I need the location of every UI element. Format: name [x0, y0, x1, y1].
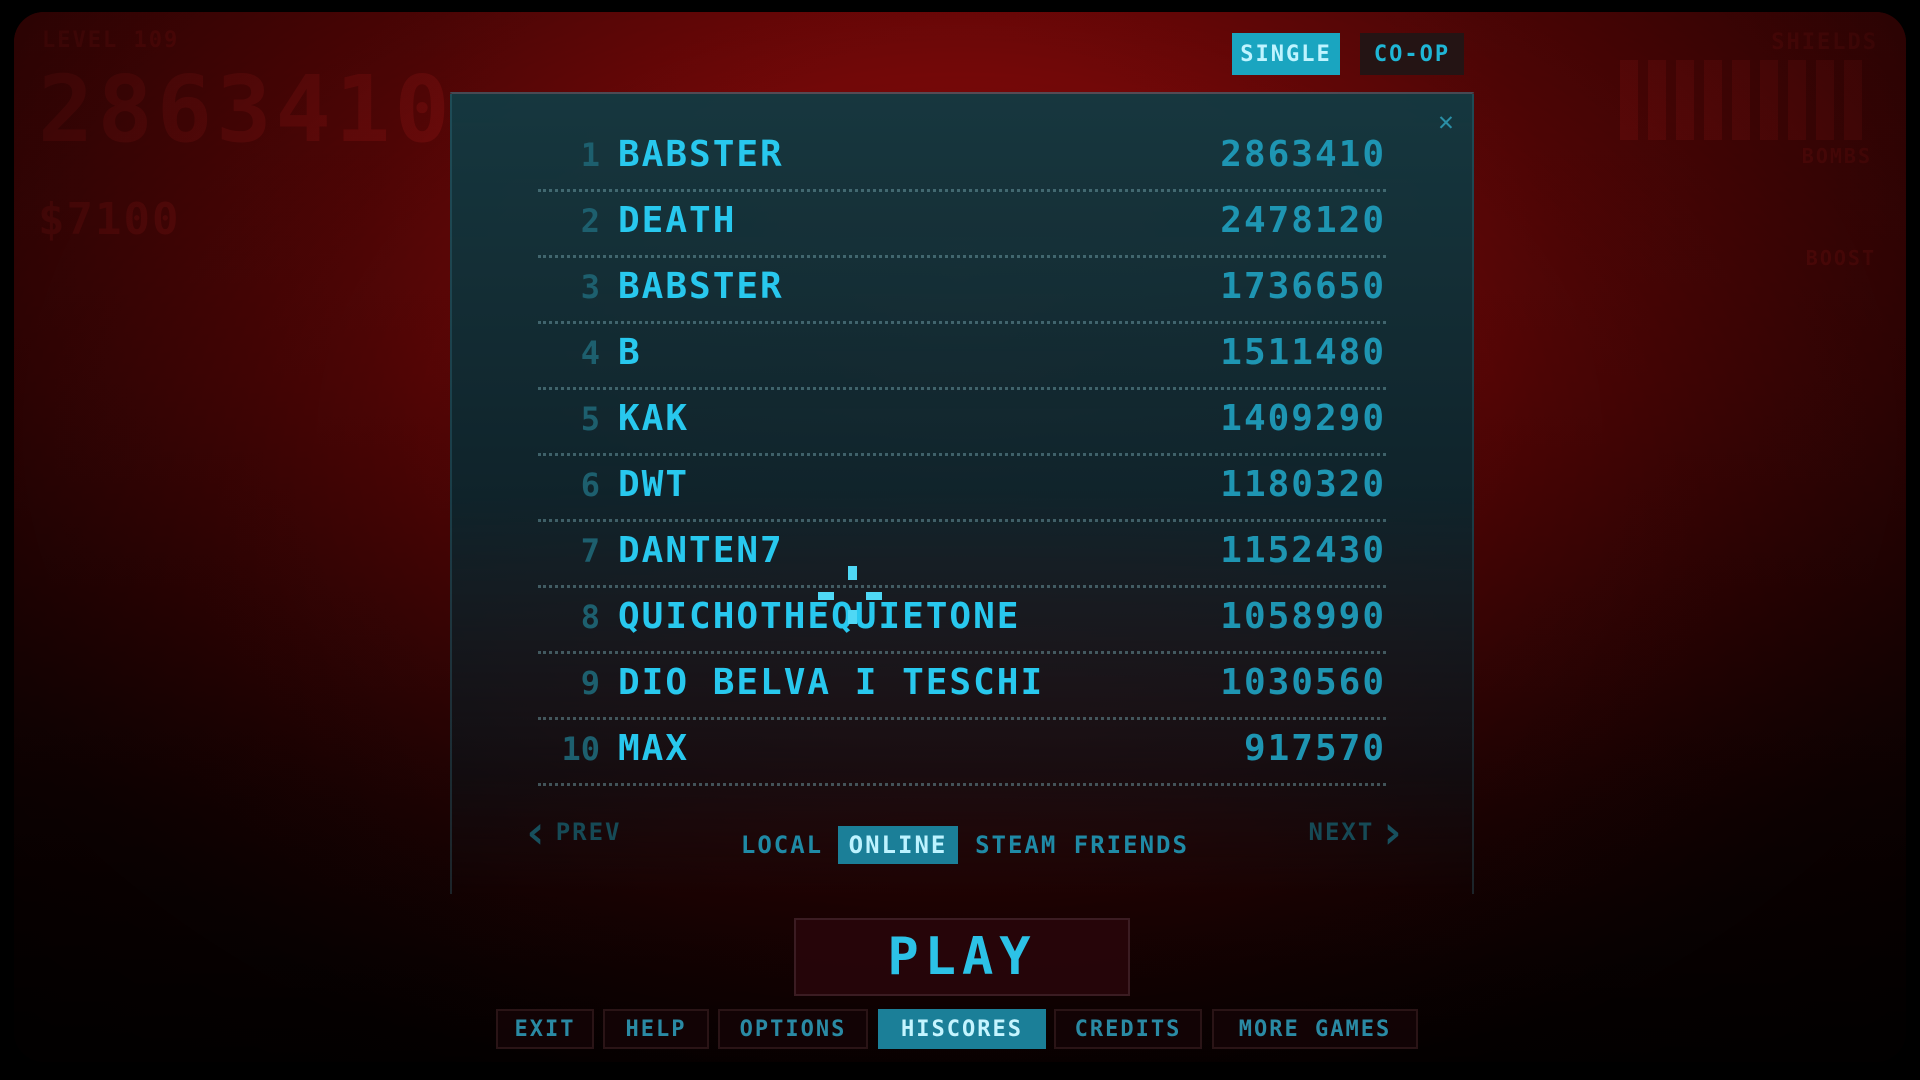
table-row: 7 DANTEN7 1152430 — [538, 522, 1386, 588]
level-label: LEVEL 109 — [42, 28, 180, 53]
player-score: 917570 — [1243, 728, 1386, 769]
hiscores-button[interactable]: HISCORES — [878, 1009, 1046, 1049]
exit-button[interactable]: EXIT — [496, 1009, 594, 1049]
hiscores-table: 1 BABSTER 2863410 2 DEATH 2478120 3 BABS… — [538, 126, 1386, 786]
table-row: 1 BABSTER 2863410 — [538, 126, 1386, 192]
player-score: 1058990 — [1220, 596, 1386, 637]
table-row: 3 BABSTER 1736650 — [538, 258, 1386, 324]
help-button[interactable]: HELP — [603, 1009, 709, 1049]
player-name: DWT — [618, 464, 690, 505]
rank: 8 — [580, 598, 600, 636]
rank: 10 — [561, 730, 600, 768]
play-button[interactable]: PLAY — [794, 918, 1130, 996]
player-score: 1409290 — [1220, 398, 1386, 439]
crosshair-cursor-icon — [818, 566, 888, 636]
player-name: DEATH — [618, 200, 737, 241]
rank: 3 — [580, 268, 600, 306]
coop-mode-button[interactable]: CO-OP — [1360, 33, 1464, 75]
rank: 2 — [580, 202, 600, 240]
player-name: BABSTER — [618, 134, 784, 175]
player-name: DIO BELVA I TESCHI — [618, 662, 1045, 703]
boost-label: BOOST — [1805, 246, 1876, 270]
player-score: 1180320 — [1220, 464, 1386, 505]
prev-label: PREV — [555, 818, 622, 846]
player-name: BABSTER — [618, 266, 784, 307]
rank: 9 — [580, 664, 600, 702]
more-games-button[interactable]: MORE GAMES — [1212, 1009, 1418, 1049]
hud-money: $7100 — [38, 194, 181, 245]
table-row: 5 KAK 1409290 — [538, 390, 1386, 456]
chevron-right-icon: › — [1378, 805, 1408, 859]
next-label: NEXT — [1308, 818, 1375, 846]
single-mode-button[interactable]: SINGLE — [1232, 33, 1340, 75]
rank: 1 — [580, 136, 600, 174]
tab-steam-friends[interactable]: STEAM FRIENDS — [970, 826, 1194, 864]
bombs-label: BOMBS — [1801, 144, 1872, 168]
tab-online[interactable]: ONLINE — [838, 826, 958, 864]
tab-local[interactable]: LOCAL — [734, 826, 830, 864]
table-row: 4 B 1511480 — [538, 324, 1386, 390]
next-button[interactable]: NEXT › — [1308, 805, 1413, 859]
hiscores-panel: ✕ 1 BABSTER 2863410 2 DEATH 2478120 3 BA… — [450, 92, 1474, 894]
table-row: 9 DIO BELVA I TESCHI 1030560 — [538, 654, 1386, 720]
rank: 7 — [580, 532, 600, 570]
player-name: KAK — [618, 398, 690, 439]
player-name: MAX — [618, 728, 690, 769]
table-row: 10 MAX 917570 — [538, 720, 1386, 786]
shields-bars — [1620, 60, 1870, 140]
player-score: 1736650 — [1220, 266, 1386, 307]
rank: 5 — [580, 400, 600, 438]
player-score: 2478120 — [1220, 200, 1386, 241]
hud-score: 2863410 — [38, 56, 454, 163]
shields-label: SHIELDS — [1771, 30, 1878, 55]
player-score: 1152430 — [1220, 530, 1386, 571]
options-button[interactable]: OPTIONS — [718, 1009, 868, 1049]
player-name: B — [618, 332, 642, 373]
chevron-left-icon: ‹ — [522, 805, 552, 859]
player-score: 1511480 — [1220, 332, 1386, 373]
player-name: DANTEN7 — [618, 530, 784, 571]
prev-button[interactable]: ‹ PREV — [518, 805, 622, 859]
rank: 6 — [580, 466, 600, 504]
rank: 4 — [580, 334, 600, 372]
player-score: 1030560 — [1220, 662, 1386, 703]
player-score: 2863410 — [1220, 134, 1386, 175]
table-row: 6 DWT 1180320 — [538, 456, 1386, 522]
table-row: 8 QUICHOTHEQUIETONE 1058990 — [538, 588, 1386, 654]
credits-button[interactable]: CREDITS — [1054, 1009, 1202, 1049]
table-row: 2 DEATH 2478120 — [538, 192, 1386, 258]
close-icon[interactable]: ✕ — [1434, 109, 1458, 135]
